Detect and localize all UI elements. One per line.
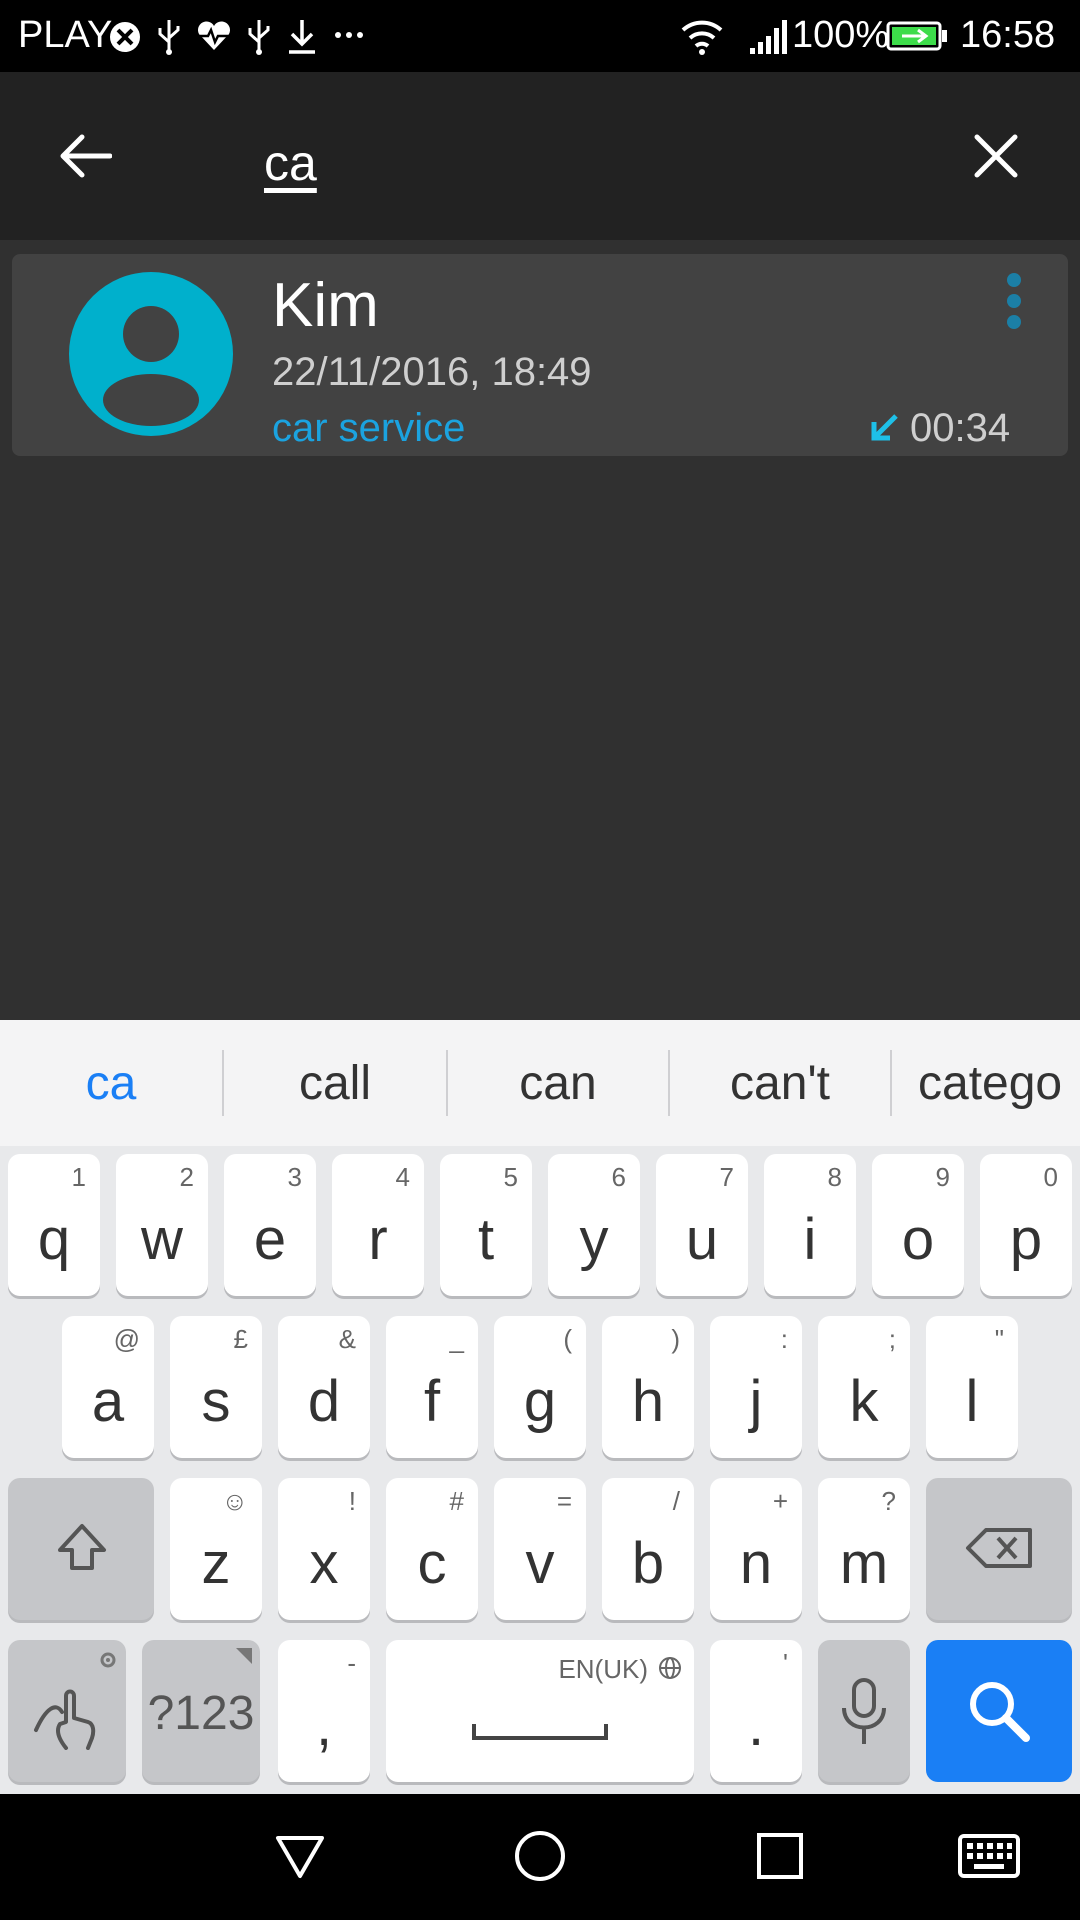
usb-icon bbox=[248, 20, 270, 55]
key-b[interactable]: / b bbox=[602, 1478, 694, 1620]
call-log-item[interactable]: Kim 22/11/2016, 18:49 car service 00:34 bbox=[12, 254, 1068, 456]
more-dots-icon bbox=[335, 32, 363, 38]
suggestion-bar: ca call can can't catego bbox=[0, 1020, 1080, 1146]
space-key[interactable]: EN(UK) bbox=[386, 1640, 694, 1782]
symbols-key[interactable]: ?123 bbox=[142, 1640, 260, 1782]
soft-keyboard: ca call can can't catego 1q 2w 3e 4r 5t … bbox=[0, 1020, 1080, 1794]
gear-icon bbox=[100, 1652, 116, 1668]
key-a[interactable]: @ a bbox=[62, 1316, 154, 1458]
key-d[interactable]: & d bbox=[278, 1316, 370, 1458]
home-circle-icon[interactable] bbox=[514, 1830, 566, 1882]
key-y[interactable]: 6y bbox=[548, 1154, 640, 1296]
suggestion-item[interactable]: call bbox=[224, 1020, 446, 1146]
key-t[interactable]: 5t bbox=[440, 1154, 532, 1296]
key-s[interactable]: £ s bbox=[170, 1316, 262, 1458]
key-n[interactable]: + n bbox=[710, 1478, 802, 1620]
clock: 16:58 bbox=[960, 14, 1056, 56]
backspace-key[interactable] bbox=[926, 1478, 1072, 1620]
more-vertical-icon[interactable] bbox=[1004, 270, 1024, 332]
suggestion-item[interactable]: catego bbox=[892, 1020, 1080, 1146]
back-triangle-icon[interactable] bbox=[274, 1832, 326, 1880]
key-f[interactable]: _ f bbox=[386, 1316, 478, 1458]
incoming-call-arrow-icon bbox=[871, 414, 898, 441]
key-x[interactable]: ! x bbox=[278, 1478, 370, 1620]
recents-square-icon[interactable] bbox=[756, 1832, 804, 1880]
key-w[interactable]: 2w bbox=[116, 1154, 208, 1296]
shift-arrow-icon bbox=[58, 1524, 106, 1570]
call-date: 22/11/2016, 18:49 bbox=[272, 350, 592, 394]
key-i[interactable]: 8i bbox=[764, 1154, 856, 1296]
period-key[interactable]: ' . bbox=[710, 1640, 802, 1782]
space-bar-icon bbox=[472, 1724, 608, 1740]
backspace-icon bbox=[966, 1528, 1032, 1568]
key-j[interactable]: :j bbox=[710, 1316, 802, 1458]
key-k[interactable]: ; k bbox=[818, 1316, 910, 1458]
blocked-circle-icon bbox=[110, 22, 140, 52]
wifi-icon bbox=[681, 20, 723, 55]
battery-charging-icon bbox=[886, 21, 947, 51]
search-input[interactable]: ca bbox=[264, 134, 317, 192]
close-icon[interactable] bbox=[972, 132, 1020, 180]
swipe-gesture-key[interactable] bbox=[8, 1640, 126, 1782]
status-bar: PLAY 100% 16:58 bbox=[0, 0, 1080, 72]
search-submit-key[interactable] bbox=[926, 1640, 1072, 1782]
contact-name: Kim bbox=[272, 271, 379, 340]
signal-icon bbox=[750, 20, 787, 54]
navigation-bar bbox=[0, 1794, 1080, 1920]
key-g[interactable]: (g bbox=[494, 1316, 586, 1458]
microphone-key[interactable] bbox=[818, 1640, 910, 1782]
key-u[interactable]: 7u bbox=[656, 1154, 748, 1296]
contact-avatar-icon bbox=[69, 272, 233, 436]
call-label: car service bbox=[272, 406, 466, 450]
comma-key[interactable]: - , bbox=[278, 1640, 370, 1782]
microphone-icon bbox=[842, 1678, 886, 1744]
arrow-left-icon[interactable] bbox=[58, 132, 112, 180]
key-e[interactable]: 3e bbox=[224, 1154, 316, 1296]
health-heart-icon bbox=[198, 21, 230, 50]
key-z[interactable]: ☺ z bbox=[170, 1478, 262, 1620]
corner-mark-icon bbox=[236, 1648, 252, 1664]
keyboard-icon[interactable] bbox=[958, 1834, 1020, 1878]
key-m[interactable]: ? m bbox=[818, 1478, 910, 1620]
key-l[interactable]: " l bbox=[926, 1316, 1018, 1458]
key-q[interactable]: 1q bbox=[8, 1154, 100, 1296]
download-icon bbox=[289, 20, 315, 54]
search-header: ca bbox=[0, 72, 1080, 240]
carrier-label: PLAY bbox=[18, 14, 113, 56]
suggestion-item[interactable]: ca bbox=[0, 1020, 222, 1146]
shift-key[interactable] bbox=[8, 1478, 154, 1620]
key-o[interactable]: 9o bbox=[872, 1154, 964, 1296]
usb-icon bbox=[158, 20, 180, 55]
suggestion-item[interactable]: can bbox=[448, 1020, 668, 1146]
battery-percent: 100% bbox=[792, 14, 890, 56]
swipe-hand-icon bbox=[34, 1689, 96, 1750]
key-p[interactable]: 0p bbox=[980, 1154, 1072, 1296]
key-c[interactable]: # c bbox=[386, 1478, 478, 1620]
call-duration: 00:34 bbox=[910, 406, 1011, 450]
key-r[interactable]: 4r bbox=[332, 1154, 424, 1296]
key-v[interactable]: = v bbox=[494, 1478, 586, 1620]
globe-icon bbox=[659, 1657, 681, 1679]
key-h[interactable]: ) h bbox=[602, 1316, 694, 1458]
search-icon bbox=[970, 1682, 1030, 1742]
language-label: EN(UK) bbox=[558, 1654, 648, 1684]
suggestion-item[interactable]: can't bbox=[670, 1020, 890, 1146]
